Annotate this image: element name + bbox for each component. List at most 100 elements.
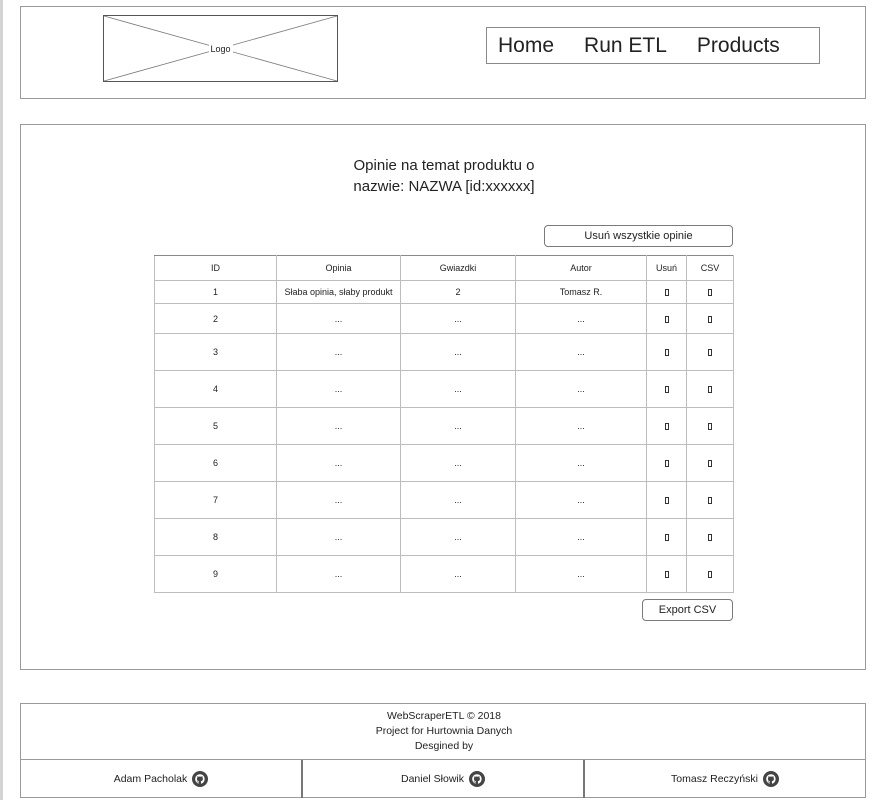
cell-author: ... [515, 555, 647, 593]
author-name: Adam Pacholak [113, 773, 188, 785]
cell-stars: ... [400, 555, 516, 593]
csv-icon[interactable] [708, 460, 712, 468]
nav-products-link[interactable]: Products [697, 34, 780, 58]
table-row: 7 ... ... ... [154, 481, 734, 519]
cell-csv [686, 280, 734, 304]
cell-delete [646, 280, 687, 304]
table-header-row: ID Opinia Gwiazdki Autor Usuń CSV [154, 255, 734, 281]
cell-csv [686, 481, 734, 519]
cell-author: ... [515, 518, 647, 556]
column-header-csv: CSV [686, 255, 734, 281]
cell-stars: ... [400, 481, 516, 519]
cell-opinion: ... [276, 481, 401, 519]
logo-placeholder[interactable]: Logo [103, 15, 338, 82]
column-header-delete: Usuń [646, 255, 687, 281]
cell-csv [686, 303, 734, 334]
cell-csv [686, 370, 734, 408]
cell-delete [646, 444, 687, 482]
column-header-author: Autor [515, 255, 647, 281]
footer-copyright: WebScraperETL © 2018 [387, 710, 501, 722]
reviews-table: ID Opinia Gwiazdki Autor Usuń CSV 1 Słab… [154, 255, 734, 593]
cell-id: 3 [154, 333, 277, 371]
page-title: Opinie na temat produktu o nazwie: NAZWA… [321, 155, 567, 197]
cell-stars: ... [400, 303, 516, 334]
delete-icon[interactable] [664, 571, 669, 579]
csv-icon[interactable] [708, 315, 712, 323]
cell-stars: ... [400, 370, 516, 408]
cell-author: Tomasz R. [515, 280, 647, 304]
cell-stars: ... [400, 444, 516, 482]
export-csv-button[interactable]: Export CSV [642, 599, 733, 621]
nav-home-link[interactable]: Home [498, 34, 554, 58]
github-icon[interactable] [762, 771, 779, 787]
column-header-stars: Gwiazdki [400, 255, 516, 281]
cell-id: 9 [154, 555, 277, 593]
csv-icon[interactable] [708, 386, 712, 394]
cell-id: 7 [154, 481, 277, 519]
footer-project: Project for Hurtownia Danych [375, 725, 513, 737]
csv-icon[interactable] [708, 497, 712, 505]
cell-author: ... [515, 407, 647, 445]
site-footer: WebScraperETL © 2018 Project for Hurtown… [20, 703, 866, 798]
github-icon[interactable] [469, 771, 486, 787]
cell-opinion: ... [276, 303, 401, 334]
authors-row: Adam Pacholak Daniel Słowik Tomasz Reczy… [21, 759, 865, 798]
table-row: 9 ... ... ... [154, 555, 734, 593]
cell-author: ... [515, 333, 647, 371]
column-header-id: ID [154, 255, 277, 281]
cell-id: 5 [154, 407, 277, 445]
main-panel: Opinie na temat produktu o nazwie: NAZWA… [20, 124, 866, 670]
csv-icon[interactable] [708, 349, 712, 357]
author-name: Tomasz Reczyński [671, 773, 758, 785]
author-adam-pacholak: Adam Pacholak [21, 760, 301, 798]
cell-id: 6 [154, 444, 277, 482]
delete-icon[interactable] [664, 386, 669, 394]
cell-csv [686, 555, 734, 593]
cell-stars: ... [400, 333, 516, 371]
csv-icon[interactable] [708, 534, 712, 542]
delete-icon[interactable] [664, 289, 669, 297]
cell-opinion: ... [276, 407, 401, 445]
cell-opinion: ... [276, 333, 401, 371]
table-row: 3 ... ... ... [154, 333, 734, 371]
csv-icon[interactable] [708, 571, 712, 579]
cell-csv [686, 407, 734, 445]
delete-icon[interactable] [664, 460, 669, 468]
table-row: 6 ... ... ... [154, 444, 734, 482]
delete-icon[interactable] [664, 315, 669, 323]
page-title-line-2: nazwie: NAZWA [id:xxxxxx] [353, 178, 535, 195]
delete-icon[interactable] [664, 423, 669, 431]
table-row: 8 ... ... ... [154, 518, 734, 556]
cell-opinion: Słaba opinia, słaby produkt [276, 280, 401, 304]
site-header: Logo Home Run ETL Products [20, 6, 866, 99]
cell-author: ... [515, 303, 647, 334]
delete-all-reviews-button[interactable]: Usuń wszystkie opinie [544, 225, 733, 247]
cell-delete [646, 370, 687, 408]
github-icon[interactable] [192, 771, 209, 787]
page-title-line-1: Opinie na temat produktu o [353, 157, 535, 174]
delete-icon[interactable] [664, 349, 669, 357]
cell-delete [646, 481, 687, 519]
cell-id: 1 [154, 280, 277, 304]
delete-icon[interactable] [664, 497, 669, 505]
csv-icon[interactable] [708, 423, 712, 431]
cell-id: 2 [154, 303, 277, 334]
cell-stars: ... [400, 518, 516, 556]
cell-csv [686, 518, 734, 556]
cell-delete [646, 333, 687, 371]
cell-opinion: ... [276, 444, 401, 482]
author-tomasz-reczynski: Tomasz Reczyński [583, 760, 865, 798]
cell-opinion: ... [276, 370, 401, 408]
delete-icon[interactable] [664, 534, 669, 542]
nav-run-etl-link[interactable]: Run ETL [584, 34, 667, 58]
table-row: 1 Słaba opinia, słaby produkt 2 Tomasz R… [154, 280, 734, 304]
cell-delete [646, 303, 687, 334]
author-name: Daniel Słowik [400, 773, 465, 785]
cell-delete [646, 518, 687, 556]
cell-stars: 2 [400, 280, 516, 304]
window-edge [0, 0, 3, 800]
footer-designed-by: Desgined by [414, 740, 474, 752]
cell-delete [646, 555, 687, 593]
csv-icon[interactable] [708, 289, 712, 297]
cell-author: ... [515, 444, 647, 482]
